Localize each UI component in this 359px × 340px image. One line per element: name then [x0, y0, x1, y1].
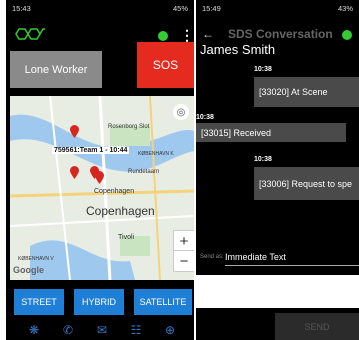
status-bar: 15:49 43% — [196, 0, 359, 16]
sos-button[interactable]: SOS — [137, 42, 194, 88]
map-pin-icon[interactable] — [70, 125, 79, 138]
map-label-kobenhavn-v: KØBENHAVN V — [18, 256, 54, 262]
map-label-rundetaarn: Rundetaarn — [128, 169, 160, 175]
map-label-rosenborg: Rosenborg Slot — [108, 124, 150, 130]
street-map-button[interactable]: STREET — [14, 289, 64, 315]
hybrid-map-button[interactable]: HYBRID — [74, 289, 124, 315]
map-pin-icon[interactable] — [70, 166, 79, 179]
map-view[interactable]: ◎ 759561:Team 1 - 10:44 Rosenborg Slot K… — [10, 96, 194, 280]
app-logo-icon — [15, 28, 45, 40]
nav-message-icon[interactable]: ✉ — [94, 322, 110, 338]
message-input[interactable] — [196, 275, 359, 308]
status-time: 15:43 — [12, 3, 31, 13]
message-bubble[interactable]: [33015] Received — [196, 123, 346, 142]
nav-group-icon[interactable]: ❋ — [26, 322, 42, 338]
battery-level: 43% — [337, 3, 353, 13]
map-label-tivoli: Tivoli — [118, 234, 135, 241]
online-status-dot — [342, 30, 352, 40]
page-title: SDS Conversation — [228, 27, 333, 41]
status-time: 15:49 — [202, 3, 221, 13]
message-bubble[interactable]: [33006] Request to spe — [254, 167, 359, 200]
online-status-dot — [158, 31, 168, 41]
nav-globe-icon[interactable]: ⊕ — [162, 322, 178, 338]
message-time: 10:38 — [254, 66, 272, 73]
lone-worker-button[interactable]: Lone Worker — [10, 51, 102, 88]
nav-contacts-icon[interactable]: ☷ — [128, 322, 144, 338]
message-bubble[interactable]: [33020] At Scene — [254, 77, 359, 107]
status-bar: 15:43 45% — [6, 0, 194, 16]
zoom-in-button[interactable]: + — [173, 230, 194, 252]
map-label-copenhagen: Copenhagen — [86, 204, 155, 218]
conversation-toolbar: ← SDS Conversation — [196, 25, 359, 43]
my-location-icon[interactable]: ◎ — [173, 104, 189, 120]
map-label-copenhagen-small: Copenhagen — [94, 188, 135, 195]
phone-conversation-screen: 15:49 43% ← SDS Conversation James Smith… — [196, 0, 359, 340]
send-as-underline — [225, 265, 359, 266]
google-logo: Google — [13, 265, 44, 275]
map-label-kobenhavn-k: KØBENHAVN K — [138, 151, 174, 157]
satellite-map-button[interactable]: SATELLITE — [134, 289, 192, 315]
message-time: 10:38 — [254, 156, 272, 163]
message-time: 10:38 — [196, 114, 214, 121]
phone-map-screen: 15:43 45% ⋮ Lone Worker SOS ◎ 759561:Tea… — [6, 0, 194, 340]
nav-phone-icon[interactable]: ✆ — [60, 322, 76, 338]
back-arrow-icon[interactable]: ← — [202, 27, 214, 41]
zoom-out-button[interactable]: − — [173, 250, 194, 272]
battery-level: 45% — [172, 3, 188, 13]
team-callout-label: 759561:Team 1 - 10:44 — [52, 147, 130, 154]
contact-name: James Smith — [200, 42, 276, 57]
send-as-select[interactable]: Immediate Text — [225, 252, 286, 262]
send-as-label: Send as: — [200, 254, 224, 260]
map-pin-icon[interactable] — [95, 171, 104, 184]
send-button[interactable]: SEND — [275, 313, 359, 340]
